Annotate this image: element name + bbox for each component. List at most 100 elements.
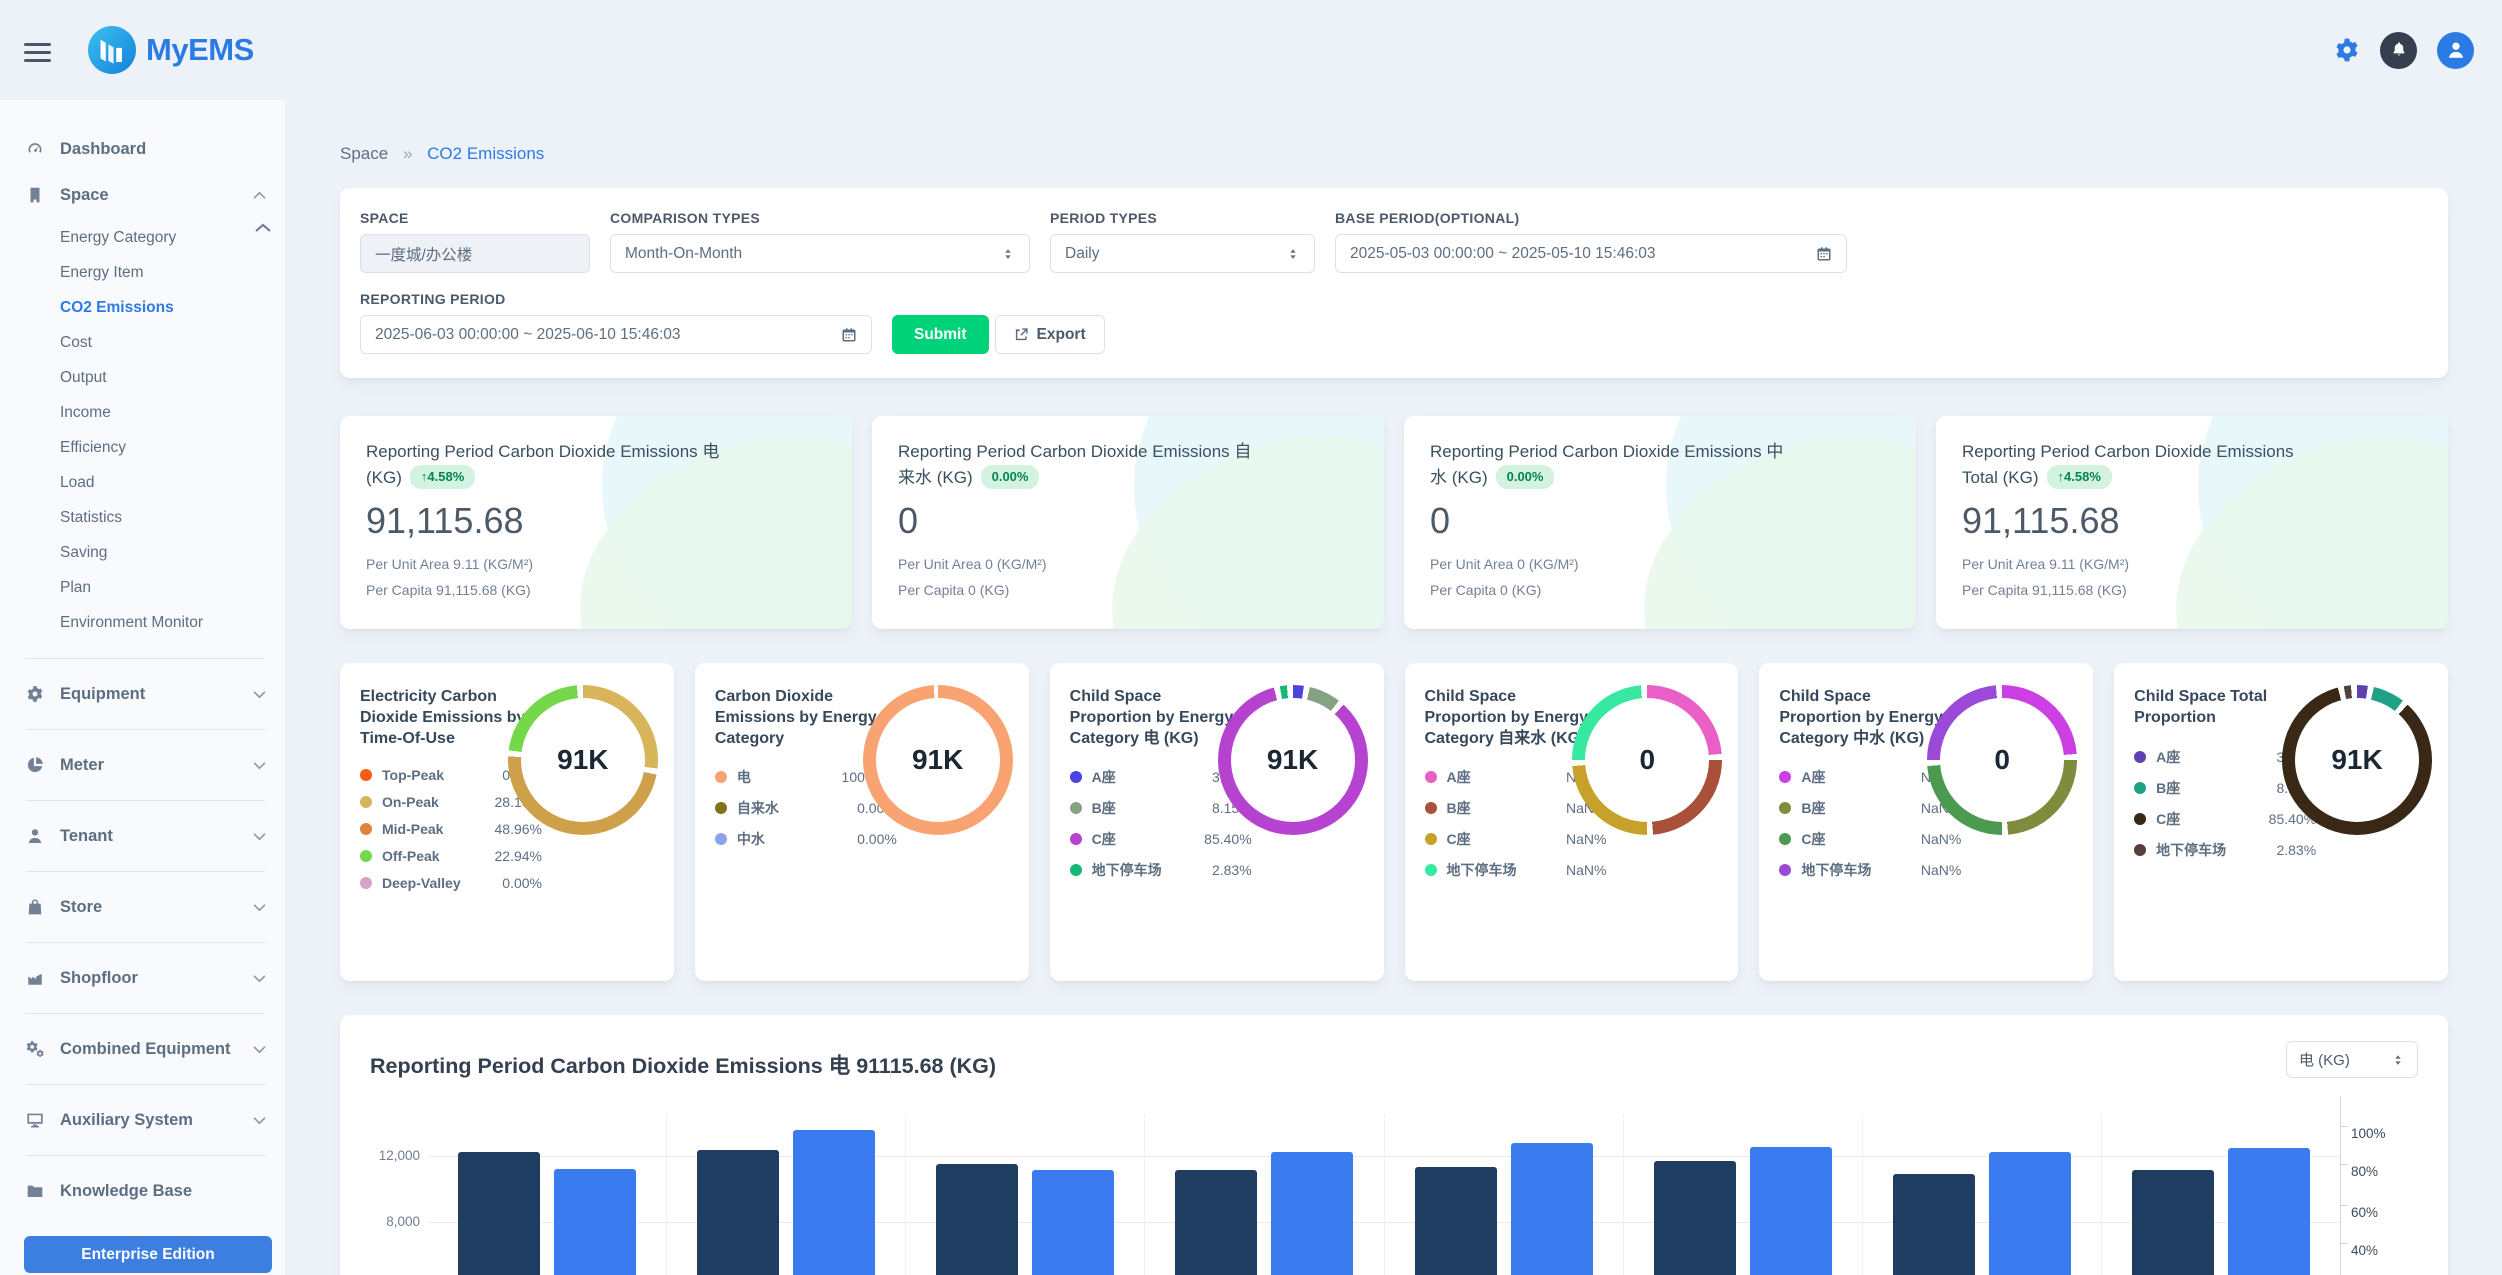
comparison-types-label: COMPARISON TYPES <box>610 210 1030 226</box>
emissions-bar-chart-card: Reporting Period Carbon Dioxide Emission… <box>340 1015 2448 1275</box>
enterprise-edition-button[interactable]: Enterprise Edition <box>24 1236 272 1273</box>
stat-card-3: Reporting Period Carbon Dioxide Emission… <box>1936 416 2448 629</box>
per-capita: Per Capita 91,115.68 (KG) <box>1962 582 2321 598</box>
sidebar-item-auxiliary-system[interactable]: Auxiliary System <box>24 1097 267 1143</box>
sidebar-item-store[interactable]: Store <box>24 884 267 930</box>
chevron-down-icon <box>252 761 267 770</box>
monitor-icon <box>24 1111 46 1129</box>
chevron-down-icon <box>252 1045 267 1054</box>
bar-base-period <box>458 1152 540 1275</box>
factory-icon <box>24 969 46 987</box>
sidebar-item-space[interactable]: Space <box>24 172 267 218</box>
stat-card-title: Reporting Period Carbon Dioxide Emission… <box>366 440 725 490</box>
sidebar-subitem-cost[interactable]: Cost <box>60 325 267 360</box>
settings-gear-icon[interactable] <box>2334 37 2360 63</box>
sidebar-subitem-co2-emissions[interactable]: CO2 Emissions <box>60 290 267 325</box>
period-types-label: PERIOD TYPES <box>1050 210 1315 226</box>
donut-center-value: 91K <box>2282 685 2432 835</box>
legend-item: Deep-Valley0.00% <box>360 875 542 891</box>
sidebar-subitem-environment-monitor[interactable]: Environment Monitor <box>60 605 267 640</box>
stat-card-value: 91,115.68 <box>1962 500 2321 542</box>
user-avatar[interactable] <box>2437 32 2474 69</box>
donut-center-value: 91K <box>508 685 658 835</box>
reporting-period-input[interactable]: 2025-06-03 00:00:00 ~ 2025-06-10 15:46:0… <box>360 315 872 354</box>
per-capita: Per Capita 0 (KG) <box>898 582 1257 598</box>
sidebar-collapse-toggle[interactable] <box>253 222 273 234</box>
chevron-down-icon <box>252 1116 267 1125</box>
breadcrumb-current-link[interactable]: CO2 Emissions <box>427 144 544 163</box>
app-logo[interactable]: MyEMS <box>88 26 254 74</box>
sidebar-subitem-income[interactable]: Income <box>60 395 267 430</box>
per-unit-area: Per Unit Area 9.11 (KG/M²) <box>366 556 725 572</box>
chevron-down-icon <box>252 974 267 983</box>
right-axis-tick-label: 40% <box>2351 1243 2378 1258</box>
per-unit-area: Per Unit Area 0 (KG/M²) <box>1430 556 1789 572</box>
export-button[interactable]: Export <box>995 315 1105 354</box>
donut-cards-row: Electricity Carbon Dioxide Emissions by … <box>340 663 2448 981</box>
sidebar-subitem-saving[interactable]: Saving <box>60 535 267 570</box>
bar-reporting-period <box>554 1169 636 1275</box>
sidebar-divider <box>26 729 265 730</box>
chevron-down-icon <box>252 903 267 912</box>
legend-dot <box>1070 802 1082 814</box>
right-axis-tick-label: 80% <box>2351 1164 2378 1179</box>
sidebar-subitem-statistics[interactable]: Statistics <box>60 500 267 535</box>
period-types-select[interactable]: Daily <box>1050 234 1315 273</box>
sidebar-subitem-energy-category[interactable]: Energy Category <box>60 220 267 255</box>
stat-card-1: Reporting Period Carbon Dioxide Emission… <box>872 416 1384 629</box>
sidebar-item-tenant[interactable]: Tenant <box>24 813 267 859</box>
submit-button[interactable]: Submit <box>892 315 989 354</box>
donut-center-value: 91K <box>1218 685 1368 835</box>
top-navbar: MyEMS <box>0 0 2502 100</box>
sidebar-subitem-load[interactable]: Load <box>60 465 267 500</box>
per-capita: Per Capita 0 (KG) <box>1430 582 1789 598</box>
comparison-types-select[interactable]: Month-On-Month <box>610 234 1030 273</box>
sidebar-item-combined-equipment[interactable]: Combined Equipment <box>24 1026 267 1072</box>
stat-card-value: 0 <box>1430 500 1789 542</box>
sidebar-subitem-efficiency[interactable]: Efficiency <box>60 430 267 465</box>
bar-chart-plot: 12,0008,000100%80%60%40% <box>428 1114 2340 1275</box>
breadcrumb-space-link[interactable]: Space <box>340 144 388 163</box>
right-axis-tick-label: 60% <box>2351 1205 2378 1220</box>
trend-badge: ↑4.58% <box>2047 465 2112 490</box>
breadcrumb-separator: » <box>403 144 412 163</box>
bar-group-0 <box>428 1114 667 1275</box>
legend-dot <box>1070 864 1082 876</box>
donut-ring: 91K <box>2282 685 2432 835</box>
sidebar-item-equipment[interactable]: Equipment <box>24 671 267 717</box>
donut-card-0: Electricity Carbon Dioxide Emissions by … <box>340 663 674 981</box>
per-unit-area: Per Unit Area 9.11 (KG/M²) <box>1962 556 2321 572</box>
sidebar-item-dashboard[interactable]: Dashboard <box>24 126 267 172</box>
sidebar-subitem-output[interactable]: Output <box>60 360 267 395</box>
sidebar-subitem-plan[interactable]: Plan <box>60 570 267 605</box>
legend-item: 地下停车场NaN% <box>1425 860 1607 880</box>
legend-dot <box>715 802 727 814</box>
stat-cards-row: Reporting Period Carbon Dioxide Emission… <box>340 416 2448 629</box>
y-axis-tick: 12,000 <box>370 1148 420 1163</box>
stat-card-title: Reporting Period Carbon Dioxide Emission… <box>1962 440 2321 490</box>
legend-dot <box>1070 833 1082 845</box>
sidebar-subitem-energy-item[interactable]: Energy Item <box>60 255 267 290</box>
chevron-down-icon <box>252 690 267 699</box>
bar-reporting-period <box>1511 1143 1593 1275</box>
hamburger-menu-icon[interactable] <box>24 38 54 67</box>
building-icon <box>24 186 46 204</box>
legend-dot <box>1779 802 1791 814</box>
donut-ring: 0 <box>1572 685 1722 835</box>
sidebar-divider <box>26 800 265 801</box>
stat-card-value: 0 <box>898 500 1257 542</box>
sidebar-item-meter[interactable]: Meter <box>24 742 267 788</box>
chart-unit-select[interactable]: 电 (KG) <box>2286 1041 2418 1078</box>
space-input[interactable] <box>360 234 590 273</box>
logo-mark-icon <box>88 26 136 74</box>
right-axis-tick-mark <box>2341 1243 2348 1244</box>
sidebar-divider <box>26 1084 265 1085</box>
sidebar-item-shopfloor[interactable]: Shopfloor <box>24 955 267 1001</box>
base-period-input[interactable]: 2025-05-03 00:00:00 ~ 2025-05-10 15:46:0… <box>1335 234 1847 273</box>
sidebar-item-knowledge-base[interactable]: Knowledge Base <box>24 1168 267 1214</box>
legend-item: 地下停车场2.83% <box>1070 860 1252 880</box>
notifications-bell-button[interactable] <box>2380 32 2417 69</box>
bar-base-period <box>1893 1174 1975 1275</box>
bar-group-3 <box>1145 1114 1384 1275</box>
per-unit-area: Per Unit Area 0 (KG/M²) <box>898 556 1257 572</box>
